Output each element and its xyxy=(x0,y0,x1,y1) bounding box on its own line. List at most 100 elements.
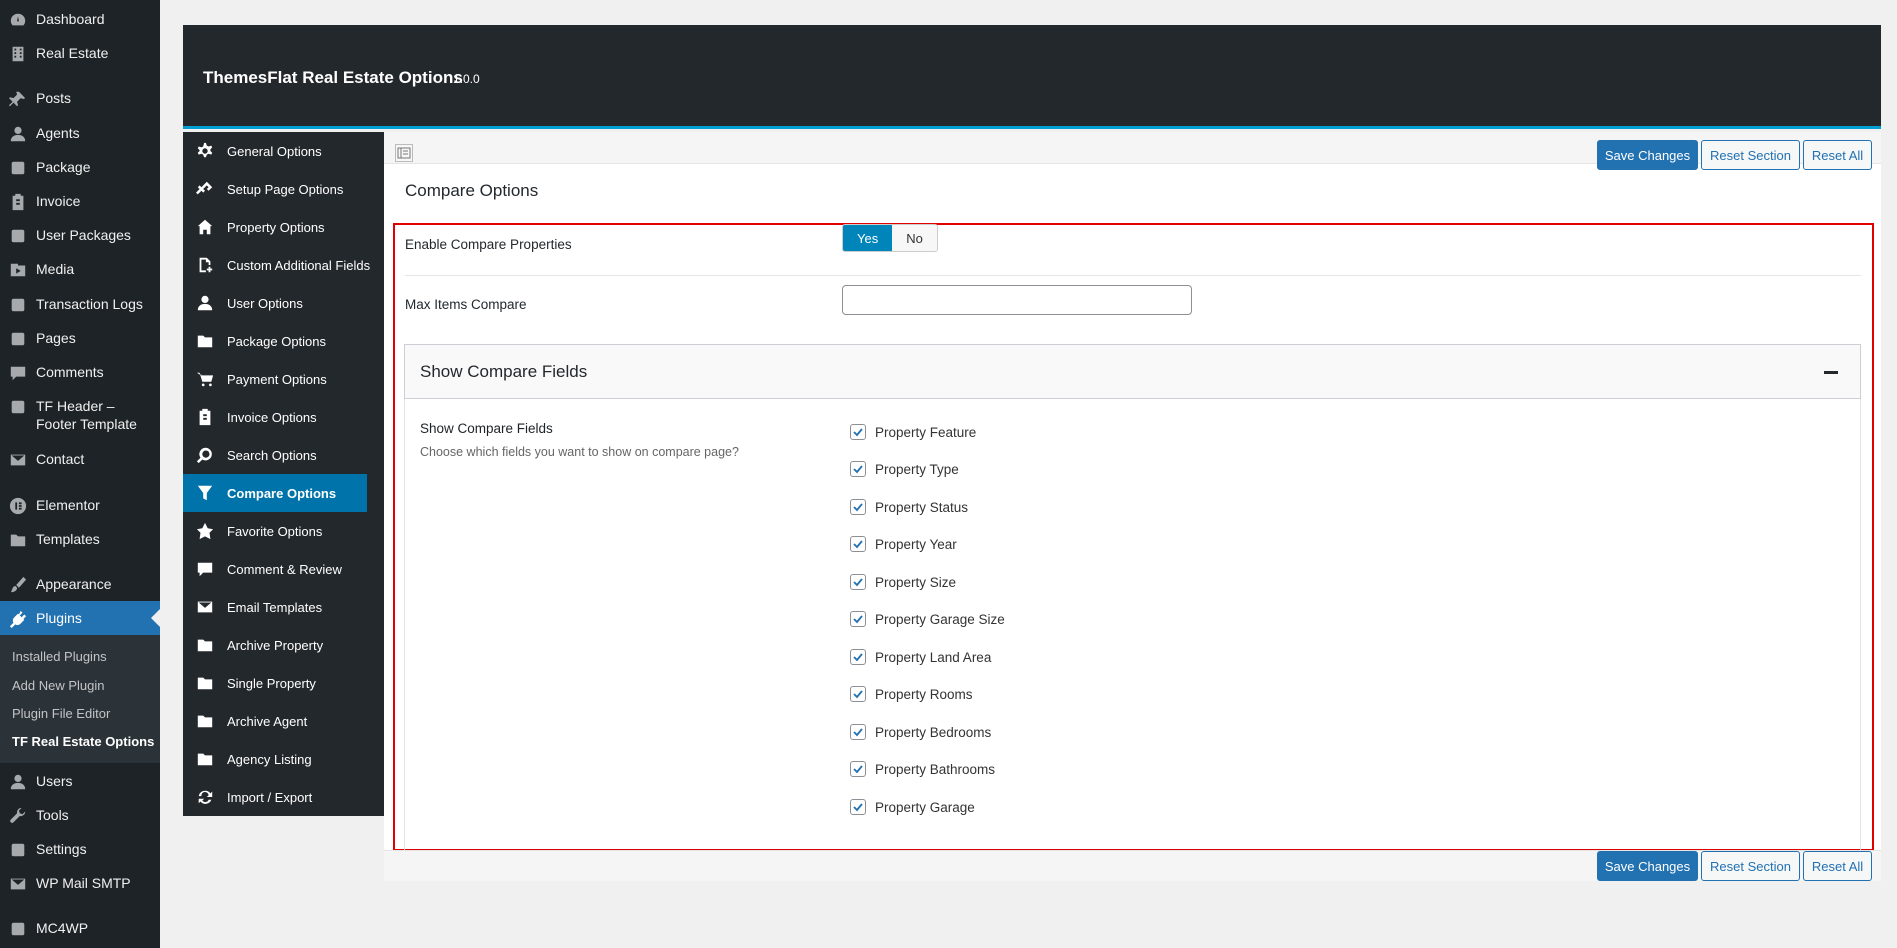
menu-item-mc4wp[interactable]: MC4WP xyxy=(0,919,160,938)
sidebar-item-package-options[interactable]: Package Options xyxy=(183,322,384,360)
checkbox-property-status[interactable]: Property Status xyxy=(850,499,968,515)
menu-item-package[interactable]: Package xyxy=(0,158,160,177)
media-icon xyxy=(0,260,36,279)
save-changes-button[interactable]: Save Changes xyxy=(1597,140,1698,170)
menu-item-media[interactable]: Media xyxy=(0,260,160,279)
clipboard-icon xyxy=(183,408,227,426)
checkbox-property-bathrooms[interactable]: Property Bathrooms xyxy=(850,761,995,777)
reset-section-button-bottom[interactable]: Reset Section xyxy=(1701,851,1800,881)
sidebar-item-email-templates[interactable]: Email Templates xyxy=(183,588,384,626)
submenu-installed-plugins[interactable]: Installed Plugins xyxy=(12,649,107,664)
submenu-tf-real-estate-options[interactable]: TF Real Estate Options xyxy=(12,734,154,749)
menu-item-templates[interactable]: Templates xyxy=(0,530,160,549)
envelope-icon xyxy=(183,598,227,616)
sidebar-item-property-options[interactable]: Property Options xyxy=(183,208,384,246)
checkbox[interactable] xyxy=(850,611,866,627)
compare-fields-description: Choose which fields you want to show on … xyxy=(420,445,739,459)
checkbox[interactable] xyxy=(850,461,866,477)
sidebar-item-agency-listing[interactable]: Agency Listing xyxy=(183,740,384,778)
checkbox[interactable] xyxy=(850,536,866,552)
checkbox-property-rooms[interactable]: Property Rooms xyxy=(850,686,973,702)
comment-icon xyxy=(0,363,36,382)
menu-item-transaction-logs[interactable]: Transaction Logs xyxy=(0,295,160,314)
sidebar-item-setup-page-options[interactable]: Setup Page Options xyxy=(183,170,384,208)
menu-item-tools[interactable]: Tools xyxy=(0,806,160,825)
folder-icon xyxy=(183,674,227,692)
person-icon xyxy=(0,772,36,791)
menu-item-pages[interactable]: Pages xyxy=(0,329,160,348)
checkbox[interactable] xyxy=(850,686,866,702)
smtp-icon xyxy=(0,874,36,893)
sidebar-item-single-property[interactable]: Single Property xyxy=(183,664,384,702)
menu-item-elementor[interactable]: Elementor xyxy=(0,496,160,515)
sidebar-item-import-export[interactable]: Import / Export xyxy=(183,778,384,816)
sidebar-item-archive-agent[interactable]: Archive Agent xyxy=(183,702,384,740)
checkbox-property-feature[interactable]: Property Feature xyxy=(850,424,976,440)
menu-item-contact[interactable]: Contact xyxy=(0,450,160,469)
sidebar-item-compare-options[interactable]: Compare Options xyxy=(183,474,367,512)
accordion-body xyxy=(404,399,1861,854)
checkbox-property-year[interactable]: Property Year xyxy=(850,536,957,552)
save-changes-button-bottom[interactable]: Save Changes xyxy=(1597,851,1698,881)
reset-all-button-bottom[interactable]: Reset All xyxy=(1803,851,1872,881)
minus-icon[interactable] xyxy=(1824,371,1838,374)
menu-item-agents[interactable]: Agents xyxy=(0,124,160,143)
max-items-label: Max Items Compare xyxy=(405,297,527,312)
toggle-no[interactable]: No xyxy=(892,225,937,251)
sidebar-item-custom-additional-fields[interactable]: Custom Additional Fields xyxy=(183,246,384,284)
checkbox-property-type[interactable]: Property Type xyxy=(850,461,959,477)
checkbox-property-land-area[interactable]: Property Land Area xyxy=(850,649,991,665)
filter-icon xyxy=(183,484,227,502)
checkbox[interactable] xyxy=(850,761,866,777)
menu-item-tf-header-footer[interactable]: TF Header – Footer Template xyxy=(0,397,160,433)
checkbox[interactable] xyxy=(850,724,866,740)
folder-icon xyxy=(0,530,36,549)
toggle-yes[interactable]: Yes xyxy=(843,225,893,251)
enable-compare-toggle[interactable]: Yes No xyxy=(842,224,938,252)
gear-icon xyxy=(183,142,227,160)
checkbox-property-garage-size[interactable]: Property Garage Size xyxy=(850,611,1005,627)
menu-item-user-packages[interactable]: User Packages xyxy=(0,226,160,245)
sidebar-item-user-options[interactable]: User Options xyxy=(183,284,384,322)
settings-icon xyxy=(0,840,36,859)
menu-item-appearance[interactable]: Appearance xyxy=(0,575,160,594)
user-icon xyxy=(183,294,227,312)
sidebar-item-general-options[interactable]: General Options xyxy=(183,132,384,170)
checkbox[interactable] xyxy=(850,574,866,590)
submenu-add-new-plugin[interactable]: Add New Plugin xyxy=(12,678,105,693)
compare-fields-accordion[interactable]: Show Compare Fields xyxy=(404,344,1861,399)
menu-item-dashboard[interactable]: Dashboard xyxy=(0,10,160,29)
checkbox[interactable] xyxy=(850,649,866,665)
plugins-submenu: Installed Plugins Add New Plugin Plugin … xyxy=(0,635,160,763)
menu-item-invoice[interactable]: Invoice xyxy=(0,192,160,211)
reset-all-button[interactable]: Reset All xyxy=(1803,140,1872,170)
search-icon xyxy=(183,446,227,464)
sidebar-item-archive-property[interactable]: Archive Property xyxy=(183,626,384,664)
sidebar-item-search-options[interactable]: Search Options xyxy=(183,436,384,474)
menu-item-posts[interactable]: Posts xyxy=(0,89,160,108)
enable-compare-label: Enable Compare Properties xyxy=(405,237,572,252)
checkbox[interactable] xyxy=(850,424,866,440)
sidebar-item-invoice-options[interactable]: Invoice Options xyxy=(183,398,384,436)
checkbox-property-garage[interactable]: Property Garage xyxy=(850,799,975,815)
max-items-input[interactable] xyxy=(842,285,1192,315)
checkbox[interactable] xyxy=(850,799,866,815)
reset-section-button[interactable]: Reset Section xyxy=(1701,140,1800,170)
sidebar-item-favorite-options[interactable]: Favorite Options xyxy=(183,512,384,550)
menu-item-plugins[interactable]: Plugins xyxy=(0,601,160,635)
menu-item-comments[interactable]: Comments xyxy=(0,363,160,382)
menu-item-wp-mail-smtp[interactable]: WP Mail SMTP xyxy=(0,874,160,893)
checkbox[interactable] xyxy=(850,499,866,515)
menu-item-real-estate[interactable]: Real Estate xyxy=(0,44,160,63)
comment-icon xyxy=(183,560,227,578)
menu-item-settings[interactable]: Settings xyxy=(0,840,160,859)
version-label: 1.0.0 xyxy=(453,72,480,86)
menu-item-users[interactable]: Users xyxy=(0,772,160,791)
sidebar-item-payment-options[interactable]: Payment Options xyxy=(183,360,384,398)
checkbox-property-bedrooms[interactable]: Property Bedrooms xyxy=(850,724,991,740)
submenu-plugin-file-editor[interactable]: Plugin File Editor xyxy=(12,706,110,721)
transaction-icon xyxy=(0,295,36,314)
checkbox-property-size[interactable]: Property Size xyxy=(850,574,956,590)
sidebar-item-comment-review[interactable]: Comment & Review xyxy=(183,550,384,588)
expand-options-icon[interactable] xyxy=(395,144,413,162)
